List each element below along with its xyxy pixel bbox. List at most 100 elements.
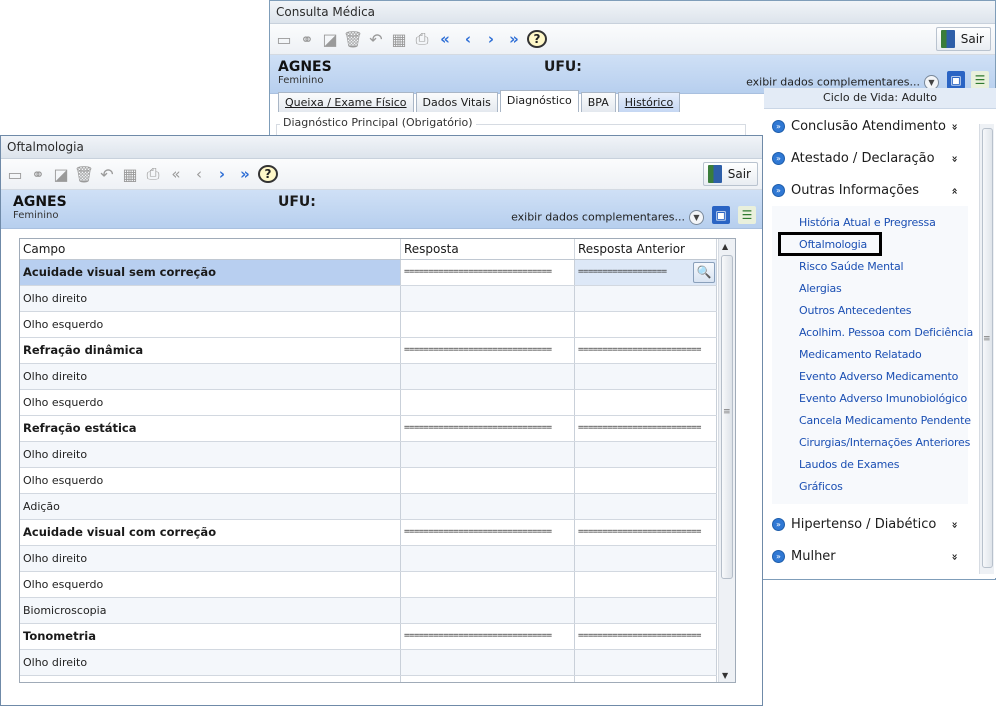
cell-resposta-anterior[interactable]: ========================= (575, 520, 717, 545)
exit-button[interactable]: Sair (935, 27, 991, 51)
cell-resposta-anterior[interactable] (575, 312, 717, 337)
table-row[interactable]: Olho esquerdo (20, 468, 717, 494)
table-row[interactable]: Olho direito (20, 650, 717, 676)
cell-resposta[interactable] (401, 286, 575, 311)
cell-resposta[interactable]: ============================== (401, 338, 575, 363)
section-atestado[interactable]: » Atestado / Declaração » (772, 146, 966, 172)
sub-item-outros-antecedentes[interactable]: Outros Antecedentes (799, 304, 912, 317)
table-group-row[interactable]: Tonometria ==============================… (20, 624, 717, 650)
tab-dados-vitais[interactable]: Dados Vitais (415, 92, 498, 112)
new-icon[interactable]: ▭ (5, 164, 25, 184)
table-row[interactable]: Olho esquerdo (20, 390, 717, 416)
patient-card-icon[interactable]: ▣ (712, 206, 730, 224)
print-icon[interactable]: ⎙ (412, 29, 432, 49)
cell-resposta-anterior[interactable]: ========================= (575, 416, 717, 441)
new-icon[interactable]: ▭ (274, 29, 294, 49)
column-header-resposta-anterior[interactable]: Resposta Anterior (575, 239, 717, 259)
previous-icon[interactable]: ‹ (458, 29, 478, 49)
scroll-down-icon[interactable]: ▼ (722, 671, 728, 680)
cell-resposta-anterior[interactable]: ================== 🔍 (575, 260, 717, 285)
exit-button[interactable]: Sair (702, 162, 758, 186)
table-row[interactable]: Olho direito (20, 546, 717, 572)
sub-item-historia[interactable]: História Atual e Pregressa (799, 216, 936, 229)
previous-icon[interactable]: ‹ (189, 164, 209, 184)
trash-icon[interactable]: 🗑 (343, 29, 363, 49)
save-icon[interactable]: ▦ (389, 29, 409, 49)
table-row[interactable]: Olho esquerdo (20, 676, 717, 682)
first-icon[interactable]: « (166, 164, 186, 184)
grid-scrollbar[interactable]: ▲ ≡ ▼ (718, 239, 735, 682)
table-group-row[interactable]: Acuidade visual com correção ============… (20, 520, 717, 546)
cell-resposta[interactable] (401, 494, 575, 519)
tab-historico[interactable]: Histórico (617, 92, 681, 112)
undo-icon[interactable]: ↶ (97, 164, 117, 184)
sub-item-cirurgias[interactable]: Cirurgias/Internações Anteriores (799, 436, 970, 449)
cell-resposta[interactable] (401, 676, 575, 682)
section-hipertenso[interactable]: » Hipertenso / Diabético » (772, 512, 966, 538)
table-group-row[interactable]: Refração dinâmica =======================… (20, 338, 717, 364)
cell-resposta-anterior[interactable] (575, 286, 717, 311)
section-mulher[interactable]: » Mulher » (772, 544, 966, 570)
tab-bpa[interactable]: BPA (580, 92, 616, 112)
column-header-campo[interactable]: Campo (20, 239, 401, 259)
trash-icon[interactable]: 🗑 (74, 164, 94, 184)
cell-resposta[interactable] (401, 390, 575, 415)
sub-item-evento-imunobiologico[interactable]: Evento Adverso Imunobiológico (799, 392, 967, 405)
sidebar-scrollbar[interactable]: ≡ (979, 124, 994, 574)
table-row[interactable]: Biomicroscopia (20, 598, 717, 624)
cell-resposta[interactable]: ============================== (401, 520, 575, 545)
save-icon[interactable]: ▦ (120, 164, 140, 184)
help-icon[interactable]: ? (258, 165, 278, 183)
table-row[interactable]: Olho direito (20, 286, 717, 312)
cell-resposta-anterior[interactable]: ========================= (575, 624, 717, 649)
cell-resposta-anterior[interactable] (575, 572, 717, 597)
cell-resposta-anterior[interactable] (575, 650, 717, 675)
cell-resposta-anterior[interactable] (575, 364, 717, 389)
search-binoculars-icon[interactable]: ⚭ (28, 164, 48, 184)
sub-item-medicamento-relatado[interactable]: Medicamento Relatado (799, 348, 922, 361)
magnifier-icon[interactable]: 🔍 (693, 262, 715, 283)
scrollbar-thumb[interactable] (982, 128, 993, 568)
tab-diagnostico[interactable]: Diagnóstico (499, 90, 579, 112)
last-icon[interactable]: » (504, 29, 524, 49)
first-icon[interactable]: « (435, 29, 455, 49)
cell-resposta[interactable] (401, 572, 575, 597)
sub-item-cancela-medicamento[interactable]: Cancela Medicamento Pendente (799, 414, 971, 427)
cell-resposta-anterior[interactable] (575, 390, 717, 415)
cell-resposta[interactable] (401, 468, 575, 493)
sub-item-laudos[interactable]: Laudos de Exames (799, 458, 899, 471)
cell-resposta-anterior[interactable] (575, 468, 717, 493)
help-icon[interactable]: ? (527, 30, 547, 48)
cell-resposta[interactable]: ============================== (401, 260, 575, 285)
table-row[interactable]: Olho direito (20, 442, 717, 468)
section-outras-informacoes[interactable]: » Outras Informações « (772, 178, 966, 204)
eraser-icon[interactable]: ◪ (51, 164, 71, 184)
cell-resposta[interactable]: ============================== (401, 624, 575, 649)
cell-resposta[interactable] (401, 546, 575, 571)
table-group-row[interactable]: Acuidade visual sem correção ============… (20, 260, 717, 286)
table-row[interactable]: Olho direito (20, 364, 717, 390)
eraser-icon[interactable]: ◪ (320, 29, 340, 49)
cell-resposta-anterior[interactable] (575, 598, 717, 623)
cell-resposta[interactable] (401, 364, 575, 389)
cell-resposta-anterior[interactable] (575, 546, 717, 571)
undo-icon[interactable]: ↶ (366, 29, 386, 49)
cell-resposta[interactable] (401, 312, 575, 337)
table-group-row[interactable]: Refração estática =======================… (20, 416, 717, 442)
cell-resposta[interactable] (401, 650, 575, 675)
next-icon[interactable]: › (212, 164, 232, 184)
table-row[interactable]: Olho esquerdo (20, 572, 717, 598)
cell-resposta-anterior[interactable] (575, 442, 717, 467)
column-header-resposta[interactable]: Resposta (401, 239, 575, 259)
show-more-link[interactable]: exibir dados complementares... ▼ (511, 210, 704, 225)
tab-queixa[interactable]: Queixa / Exame Físico (278, 92, 414, 112)
patient-profile-icon[interactable]: ☰ (971, 71, 989, 89)
scrollbar-thumb[interactable] (721, 255, 733, 579)
sub-item-evento-medicamento[interactable]: Evento Adverso Medicamento (799, 370, 958, 383)
next-icon[interactable]: › (481, 29, 501, 49)
cell-resposta[interactable]: ============================== (401, 416, 575, 441)
patient-profile-icon[interactable]: ☰ (738, 206, 756, 224)
last-icon[interactable]: » (235, 164, 255, 184)
cell-resposta[interactable] (401, 598, 575, 623)
section-conclusao[interactable]: » Conclusão Atendimento » (772, 114, 966, 140)
